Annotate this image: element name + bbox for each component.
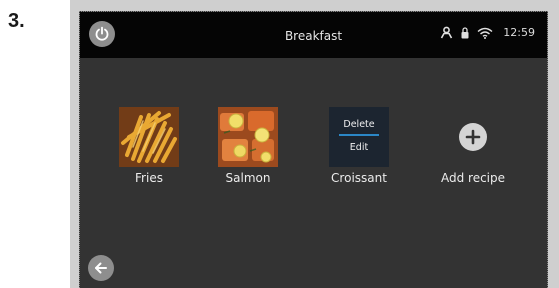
back-button[interactable] <box>88 255 114 281</box>
add-recipe-icon-area <box>443 107 503 167</box>
plus-icon <box>465 129 481 145</box>
recipe-label: Salmon <box>225 171 271 185</box>
lock-icon <box>461 26 469 38</box>
page: 3. Breakfast 12:59 Fries Salmon Delete E… <box>0 0 559 288</box>
edit-menu-item[interactable]: Edit <box>329 142 389 153</box>
menu-divider <box>339 134 379 136</box>
recipe-context-menu: Delete Edit <box>329 107 389 167</box>
status-icons: 12:59 <box>440 26 535 39</box>
add-recipe-button[interactable]: Add recipe <box>436 107 510 185</box>
delete-menu-item[interactable]: Delete <box>329 119 389 130</box>
salmon-thumbnail <box>218 107 278 167</box>
arrow-left-icon <box>95 262 107 274</box>
user-icon <box>441 26 453 39</box>
recipe-tile-croissant[interactable]: Delete Edit Croissant <box>322 107 396 185</box>
wifi-icon <box>477 27 493 39</box>
status-bar: Breakfast 12:59 <box>80 12 547 58</box>
fries-thumbnail <box>119 107 179 167</box>
step-number: 3. <box>8 10 25 32</box>
recipe-label: Fries <box>135 171 163 185</box>
recipe-label: Croissant <box>331 171 387 185</box>
recipe-tile-fries[interactable]: Fries <box>112 107 186 185</box>
device-screen: Breakfast 12:59 Fries Salmon Delete Edit… <box>79 11 548 288</box>
status-time: 12:59 <box>503 26 535 39</box>
recipe-tile-salmon[interactable]: Salmon <box>211 107 285 185</box>
device-frame: Breakfast 12:59 Fries Salmon Delete Edit… <box>70 0 559 288</box>
add-recipe-label: Add recipe <box>440 171 506 185</box>
plus-circle <box>459 123 487 151</box>
